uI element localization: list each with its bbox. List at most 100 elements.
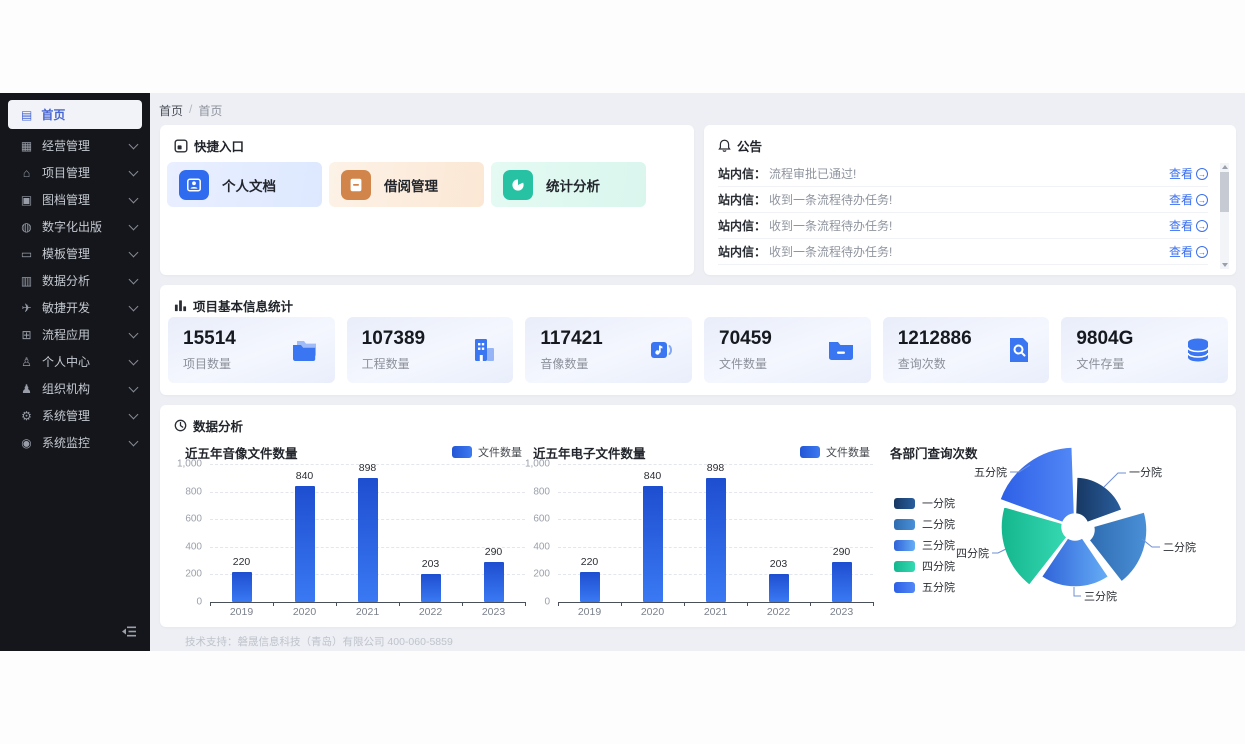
bar-value-label: 220 [581, 556, 599, 568]
bar[interactable] [643, 486, 663, 602]
building-stat-icon [467, 334, 499, 371]
y-axis-tick: 800 [185, 486, 202, 497]
y-axis-tick: 600 [185, 514, 202, 525]
chevron-down-icon [129, 220, 139, 230]
database-icon [1182, 334, 1214, 371]
sidebar-item-archive-management[interactable]: ▣图档管理 [0, 186, 150, 213]
view-link[interactable]: 查看→ [1169, 243, 1208, 260]
quick-entry-stats-analysis[interactable]: 统计分析 [491, 162, 646, 207]
x-axis-tick: 2022 [419, 606, 442, 618]
legend-swatch [800, 446, 820, 458]
rose-slice-label: 四分院 [956, 546, 989, 560]
arrow-right-icon: → [1196, 220, 1208, 232]
y-axis-tick: 200 [533, 569, 550, 580]
bar-value-label: 203 [770, 558, 788, 570]
folder-open-icon: ▣ [19, 193, 34, 207]
quick-entry-borrow-management[interactable]: 借阅管理 [329, 162, 484, 207]
personal-doc-icon [179, 170, 209, 200]
chevron-down-icon [129, 328, 139, 338]
y-axis-tick: 0 [196, 597, 202, 608]
project-stats-title: 项目基本信息统计 [174, 296, 293, 315]
apps-icon: ⊞ [19, 328, 34, 342]
project-stats-card: 项目基本信息统计 15514 项目数量 107389 工程数量 117421 音… [160, 285, 1236, 395]
plot-area: 220840898203290 [210, 464, 525, 602]
bar-value-label: 898 [707, 462, 725, 474]
quick-entry-personal-docs[interactable]: 个人文档 [167, 162, 322, 207]
bar[interactable] [484, 562, 504, 602]
sidebar-item-system-monitor[interactable]: ◉系统监控 [0, 429, 150, 456]
sidebar: ▤ 首页 ▦经营管理 ⌂项目管理 ▣图档管理 ◍数字化出版 ▭模板管理 ▥数据分… [0, 93, 150, 651]
sidebar-item-digital-publishing[interactable]: ◍数字化出版 [0, 213, 150, 240]
label-leader-line [1074, 587, 1081, 596]
footer-support-text: 技术支持：磐晟信息科技（青岛）有限公司 400-060-5859 [185, 634, 453, 649]
announcement-list: 站内信： 流程审批已通过! 查看→ 站内信： 收到一条流程待办任务! 查看→ 站… [718, 161, 1208, 265]
announcement-row: 站内信： 流程审批已通过! 查看→ [718, 161, 1208, 187]
scrollbar[interactable] [1220, 163, 1229, 269]
axis-tick-mark [873, 602, 874, 606]
bar-value-label: 840 [644, 470, 662, 482]
y-axis-tick: 400 [185, 541, 202, 552]
stat-card-storage: 9804G 文件存量 [1061, 317, 1228, 383]
sidebar-item-project-management[interactable]: ⌂项目管理 [0, 159, 150, 186]
sidebar-item-organization[interactable]: ♟组织机构 [0, 375, 150, 402]
chevron-down-icon [129, 436, 139, 446]
view-link[interactable]: 查看→ [1169, 191, 1208, 208]
panel-icon [174, 139, 188, 153]
y-axis-tick: 1,000 [177, 459, 202, 470]
chart-legend[interactable]: 文件数量 [800, 444, 870, 460]
bar[interactable] [769, 574, 789, 602]
chevron-down-icon [129, 274, 139, 284]
bar[interactable] [295, 486, 315, 602]
stat-card-media: 117421 音像数量 [525, 317, 692, 383]
bar[interactable] [358, 478, 378, 602]
bar[interactable] [706, 478, 726, 602]
chart-legend[interactable]: 文件数量 [452, 444, 522, 460]
sidebar-item-business-management[interactable]: ▦经营管理 [0, 132, 150, 159]
template-icon: ▭ [19, 247, 34, 261]
x-axis-tick: 2023 [830, 606, 853, 618]
bar[interactable] [232, 572, 252, 602]
x-axis-tick: 2023 [482, 606, 505, 618]
chevron-down-icon [129, 247, 139, 257]
announcements-card: 公告 站内信： 流程审批已通过! 查看→ 站内信： 收到一条流程待办任务! 查看… [704, 125, 1236, 275]
bar[interactable] [832, 562, 852, 602]
media-icon [646, 334, 678, 371]
x-axis-tick: 2020 [641, 606, 664, 618]
sidebar-item-template-management[interactable]: ▭模板管理 [0, 240, 150, 267]
scrollbar-thumb[interactable] [1220, 172, 1229, 212]
sidebar-item-process-application[interactable]: ⊞流程应用 [0, 321, 150, 348]
arrow-right-icon: → [1196, 246, 1208, 258]
bar[interactable] [580, 572, 600, 602]
sidebar-item-agile-development[interactable]: ✈敏捷开发 [0, 294, 150, 321]
building-icon: ⌂ [19, 166, 34, 180]
gridline [558, 602, 873, 603]
gridline [210, 602, 525, 603]
bar-value-label: 220 [233, 556, 251, 568]
sidebar-item-personal-center[interactable]: ♙个人中心 [0, 348, 150, 375]
users-icon: ♟ [19, 382, 34, 396]
sidebar-item-system-management[interactable]: ⚙系统管理 [0, 402, 150, 429]
scroll-down-icon[interactable] [1222, 263, 1228, 267]
mini-bar-chart-icon [174, 299, 187, 312]
x-axis-tick: 2020 [293, 606, 316, 618]
bar-value-label: 290 [485, 546, 503, 558]
announcements-title: 公告 [718, 136, 762, 155]
monitor-icon: ◉ [19, 436, 34, 450]
scroll-up-icon[interactable] [1222, 165, 1228, 169]
breadcrumb-home[interactable]: 首页 [159, 102, 183, 119]
bar-value-label: 840 [296, 470, 314, 482]
main-content: 首页 / 首页 快捷入口 个人文档 [150, 93, 1245, 651]
bar[interactable] [421, 574, 441, 602]
bar-chart-icon: ▥ [19, 274, 34, 288]
view-link[interactable]: 查看→ [1169, 165, 1208, 182]
view-link[interactable]: 查看→ [1169, 217, 1208, 234]
x-axis-tick: 2021 [356, 606, 379, 618]
user-icon: ♙ [19, 355, 34, 369]
sidebar-item-data-analysis[interactable]: ▥数据分析 [0, 267, 150, 294]
sidebar-collapse-button[interactable] [121, 625, 137, 643]
arrow-right-icon: → [1196, 168, 1208, 180]
rose-slice[interactable] [1076, 477, 1123, 523]
borrow-manage-icon [341, 170, 371, 200]
stat-card-engineering: 107389 工程数量 [347, 317, 514, 383]
sidebar-item-home[interactable]: ▤ 首页 [8, 100, 142, 129]
